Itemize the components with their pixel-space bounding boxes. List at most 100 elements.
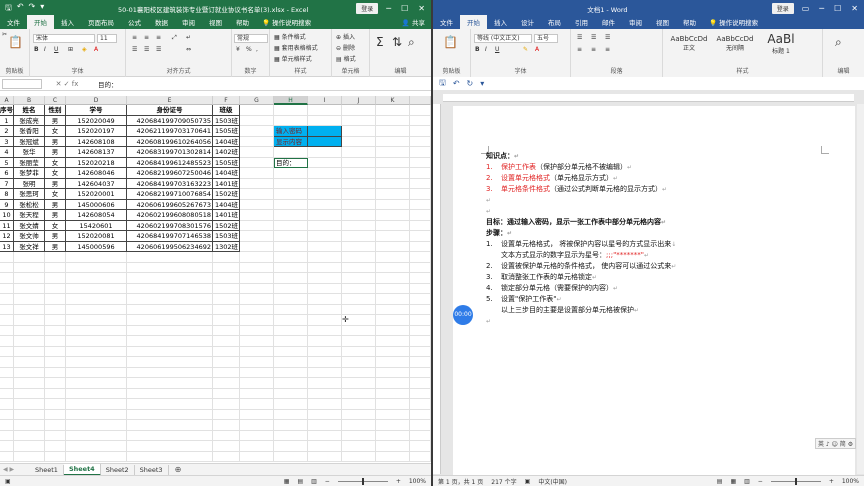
cell[interactable] bbox=[308, 262, 342, 273]
cell[interactable] bbox=[14, 420, 45, 431]
cell[interactable] bbox=[342, 273, 376, 284]
cell[interactable] bbox=[45, 262, 66, 273]
cell[interactable] bbox=[0, 409, 14, 420]
redo-icon[interactable]: ↻ bbox=[467, 79, 474, 88]
cell[interactable] bbox=[376, 283, 410, 294]
table-header-cell[interactable]: 身份证号 bbox=[127, 105, 213, 116]
cell[interactable] bbox=[0, 273, 14, 284]
cell[interactable] bbox=[66, 304, 127, 315]
cell[interactable] bbox=[376, 441, 410, 452]
cell[interactable] bbox=[410, 126, 431, 137]
cell[interactable] bbox=[127, 441, 213, 452]
cell[interactable] bbox=[376, 252, 410, 263]
table-cell[interactable]: 女 bbox=[45, 168, 66, 179]
table-cell[interactable]: 男 bbox=[45, 241, 66, 252]
zoom-slider[interactable] bbox=[337, 477, 388, 485]
cell[interactable] bbox=[127, 409, 213, 420]
excel-tell-me[interactable]: 💡 操作说明搜索 bbox=[256, 17, 317, 29]
cell[interactable] bbox=[45, 336, 66, 347]
display-content-label[interactable]: 显示内容 bbox=[274, 136, 308, 147]
cell[interactable] bbox=[45, 378, 66, 389]
cell[interactable] bbox=[410, 367, 431, 378]
cell[interactable] bbox=[240, 199, 274, 210]
sheet-tab-sheet4[interactable]: Sheet4 bbox=[63, 463, 101, 476]
cell[interactable] bbox=[410, 315, 431, 326]
table-cell[interactable]: 男 bbox=[45, 199, 66, 210]
cell[interactable] bbox=[308, 157, 342, 168]
cell[interactable] bbox=[66, 315, 127, 326]
cell[interactable] bbox=[45, 252, 66, 263]
table-cell[interactable]: 张冠斌 bbox=[14, 136, 45, 147]
cell[interactable] bbox=[66, 325, 127, 336]
align-left-icon[interactable]: ≡ bbox=[577, 46, 582, 53]
cell[interactable] bbox=[376, 147, 410, 158]
excel-tab-file[interactable]: 文件 bbox=[0, 17, 27, 29]
cell[interactable] bbox=[240, 210, 274, 221]
cell[interactable] bbox=[127, 430, 213, 441]
cell[interactable] bbox=[240, 357, 274, 368]
cell[interactable] bbox=[410, 294, 431, 305]
cell[interactable] bbox=[45, 430, 66, 441]
cell[interactable] bbox=[274, 283, 308, 294]
cell[interactable] bbox=[240, 388, 274, 399]
word-tab-insert[interactable]: 插入 bbox=[487, 17, 514, 29]
cell[interactable] bbox=[240, 115, 274, 126]
cell[interactable] bbox=[66, 346, 127, 357]
cell[interactable] bbox=[376, 241, 410, 252]
cell[interactable] bbox=[14, 399, 45, 410]
cell[interactable] bbox=[66, 441, 127, 452]
table-cell[interactable]: 420682199710076854 bbox=[127, 189, 213, 200]
table-cell[interactable]: 420621199703170641 bbox=[127, 126, 213, 137]
cell[interactable] bbox=[342, 325, 376, 336]
cell[interactable] bbox=[0, 357, 14, 368]
cell[interactable] bbox=[376, 273, 410, 284]
cell[interactable] bbox=[274, 304, 308, 315]
table-cell[interactable]: 11 bbox=[0, 220, 14, 231]
vertical-ruler[interactable] bbox=[433, 104, 441, 474]
col-header-A[interactable]: A bbox=[0, 96, 14, 105]
cell[interactable] bbox=[127, 357, 213, 368]
cell[interactable] bbox=[213, 273, 240, 284]
zoom-out-icon[interactable]: − bbox=[758, 478, 763, 485]
cell[interactable] bbox=[274, 210, 308, 221]
formula-input[interactable]: 目的： bbox=[92, 79, 118, 89]
table-cell[interactable]: 420608199610264056 bbox=[127, 136, 213, 147]
cell[interactable] bbox=[274, 357, 308, 368]
comma-button[interactable]: , bbox=[256, 46, 258, 53]
table-cell[interactable]: 男 bbox=[45, 115, 66, 126]
word-tab-references[interactable]: 引用 bbox=[568, 17, 595, 29]
cell[interactable] bbox=[45, 367, 66, 378]
table-cell[interactable]: 女 bbox=[45, 126, 66, 137]
zoom-out-icon[interactable]: − bbox=[325, 478, 330, 485]
cell[interactable] bbox=[14, 294, 45, 305]
cell[interactable] bbox=[410, 115, 431, 126]
underline-icon[interactable]: U bbox=[495, 46, 499, 53]
table-cell[interactable]: 5 bbox=[0, 157, 14, 168]
bullets-icon[interactable]: ☰ bbox=[577, 34, 582, 41]
table-cell[interactable]: 张华 bbox=[14, 147, 45, 158]
word-tab-design[interactable]: 设计 bbox=[514, 17, 541, 29]
cell[interactable] bbox=[274, 409, 308, 420]
cell[interactable] bbox=[240, 315, 274, 326]
col-header-D[interactable]: D bbox=[66, 96, 127, 105]
cell[interactable] bbox=[410, 262, 431, 273]
cell[interactable] bbox=[127, 451, 213, 462]
align-center-icon[interactable]: ≡ bbox=[591, 46, 596, 53]
cell[interactable] bbox=[213, 346, 240, 357]
table-cell[interactable]: 152020049 bbox=[66, 115, 127, 126]
cell[interactable] bbox=[308, 357, 342, 368]
cell[interactable] bbox=[342, 147, 376, 158]
table-cell[interactable]: 3 bbox=[0, 136, 14, 147]
cell[interactable] bbox=[66, 283, 127, 294]
table-cell[interactable]: 张文帅 bbox=[14, 231, 45, 242]
table-cell[interactable]: 7 bbox=[0, 178, 14, 189]
table-cell[interactable]: 男 bbox=[45, 231, 66, 242]
name-box[interactable] bbox=[2, 79, 42, 89]
table-header-cell[interactable]: 姓名 bbox=[14, 105, 45, 116]
cell[interactable] bbox=[14, 346, 45, 357]
cell[interactable] bbox=[376, 210, 410, 221]
cell[interactable] bbox=[274, 262, 308, 273]
cell[interactable] bbox=[308, 430, 342, 441]
cell[interactable] bbox=[376, 388, 410, 399]
cell[interactable] bbox=[66, 357, 127, 368]
